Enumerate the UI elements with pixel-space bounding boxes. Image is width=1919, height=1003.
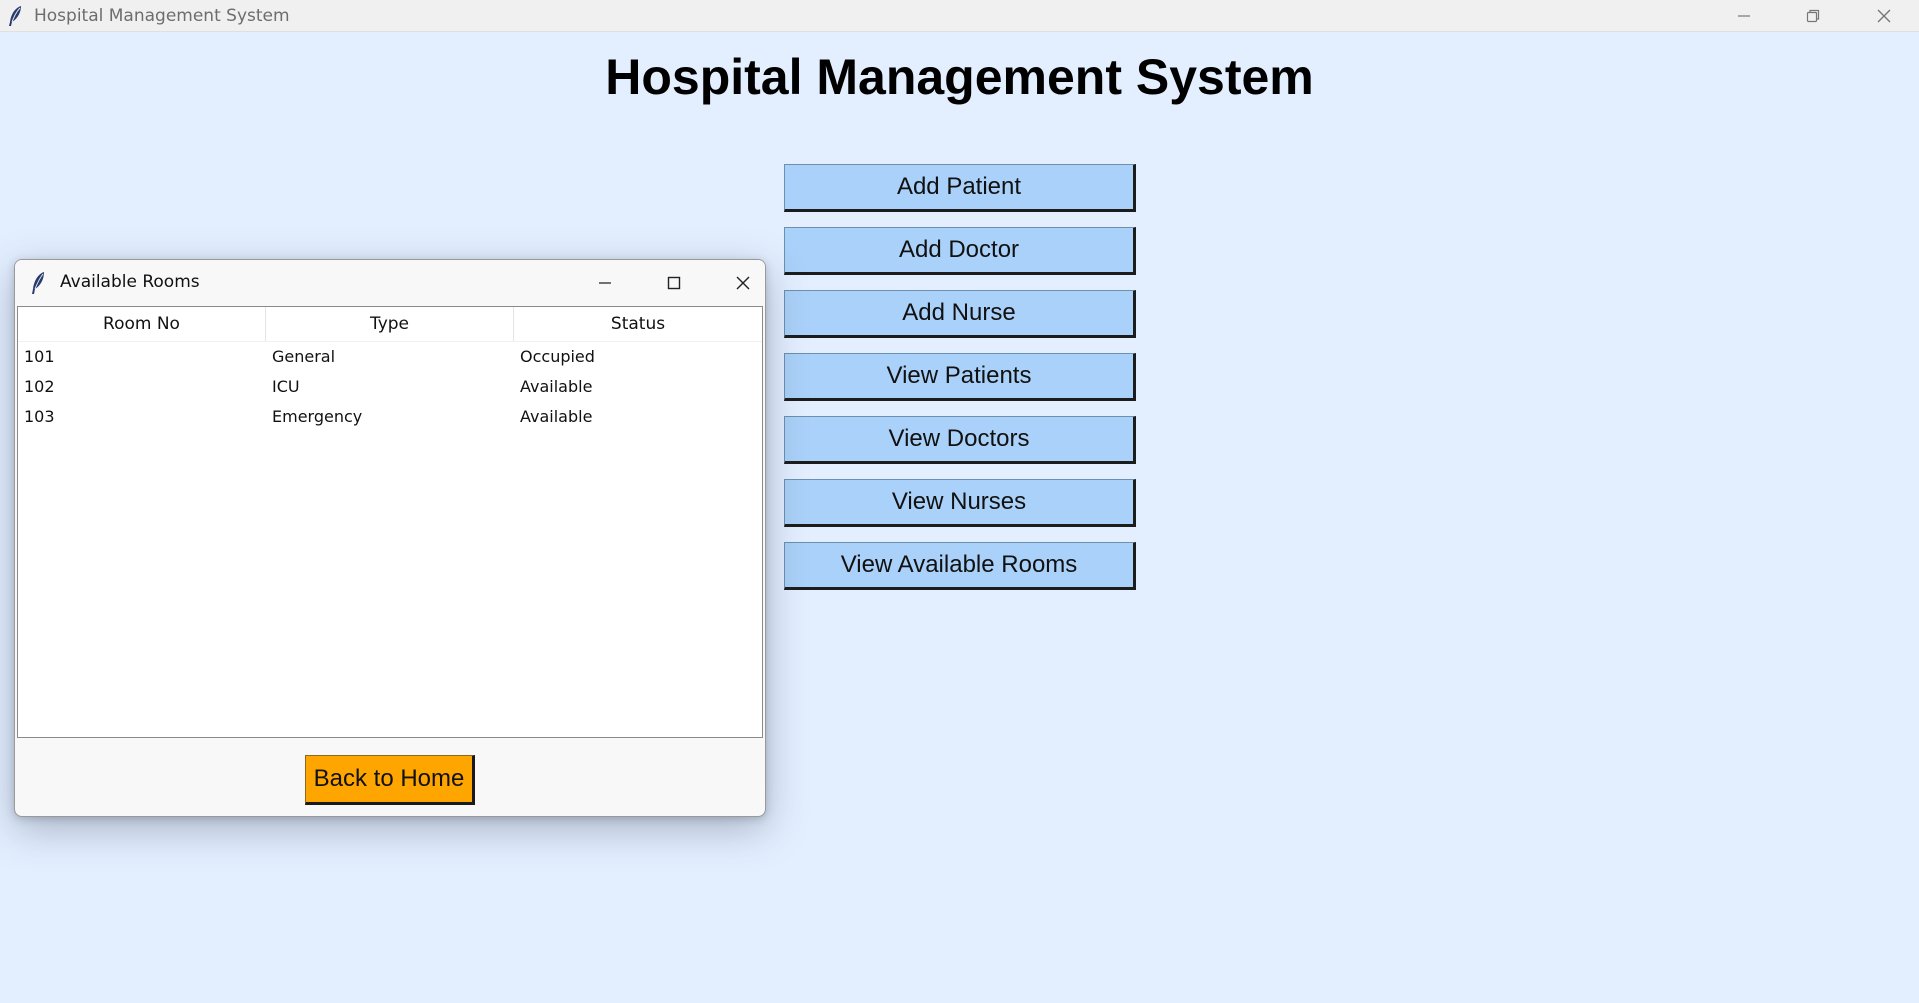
- page-title-text: Hospital Management System: [605, 49, 1314, 105]
- view-nurses-button[interactable]: View Nurses: [784, 479, 1136, 527]
- cell-room-no: 101: [24, 347, 55, 366]
- cell-status: Available: [520, 377, 593, 396]
- view-doctors-button[interactable]: View Doctors: [784, 416, 1136, 464]
- window-title: Hospital Management System: [34, 6, 290, 26]
- column-header-room-no[interactable]: Room No: [18, 307, 266, 341]
- column-header-status[interactable]: Status: [514, 307, 762, 341]
- add-patient-button[interactable]: Add Patient: [784, 164, 1136, 212]
- cell-type: Emergency: [272, 407, 363, 426]
- feather-icon: [6, 5, 26, 27]
- cell-type: General: [272, 347, 336, 366]
- back-to-home-button[interactable]: Back to Home: [305, 755, 475, 805]
- popup-maximize-button[interactable]: [640, 260, 708, 306]
- add-doctor-button[interactable]: Add Doctor: [784, 227, 1136, 275]
- view-patients-button[interactable]: View Patients: [784, 353, 1136, 401]
- main-titlebar: Hospital Management System: [0, 0, 1919, 32]
- maximize-icon: [667, 276, 681, 290]
- table-row[interactable]: 103 Emergency Available: [18, 402, 762, 432]
- view-available-rooms-button[interactable]: View Available Rooms: [784, 542, 1136, 590]
- popup-close-button[interactable]: [709, 260, 765, 306]
- page-title: Hospital Management System: [0, 48, 1919, 106]
- feather-icon: [29, 271, 49, 295]
- column-header-type[interactable]: Type: [266, 307, 514, 341]
- minimize-button[interactable]: [1710, 0, 1778, 32]
- close-icon: [1877, 9, 1891, 23]
- close-icon: [736, 276, 750, 290]
- minimize-icon: [599, 282, 611, 284]
- popup-minimize-button[interactable]: [571, 260, 639, 306]
- popup-title: Available Rooms: [60, 272, 200, 292]
- cell-status: Occupied: [520, 347, 595, 366]
- cell-room-no: 102: [24, 377, 55, 396]
- close-button[interactable]: [1850, 0, 1918, 32]
- popup-titlebar[interactable]: Available Rooms: [15, 260, 765, 306]
- cell-status: Available: [520, 407, 593, 426]
- table-header: Room No Type Status: [18, 307, 762, 342]
- restore-icon: [1806, 9, 1820, 23]
- cell-type: ICU: [272, 377, 300, 396]
- table-row[interactable]: 101 General Occupied: [18, 342, 762, 372]
- available-rooms-window: Available Rooms Room No Type Status 101 …: [14, 259, 766, 817]
- restore-button[interactable]: [1779, 0, 1847, 32]
- rooms-table[interactable]: Room No Type Status 101 General Occupied…: [17, 306, 763, 738]
- minimize-icon: [1738, 15, 1750, 17]
- table-row[interactable]: 102 ICU Available: [18, 372, 762, 402]
- cell-room-no: 103: [24, 407, 55, 426]
- add-nurse-button[interactable]: Add Nurse: [784, 290, 1136, 338]
